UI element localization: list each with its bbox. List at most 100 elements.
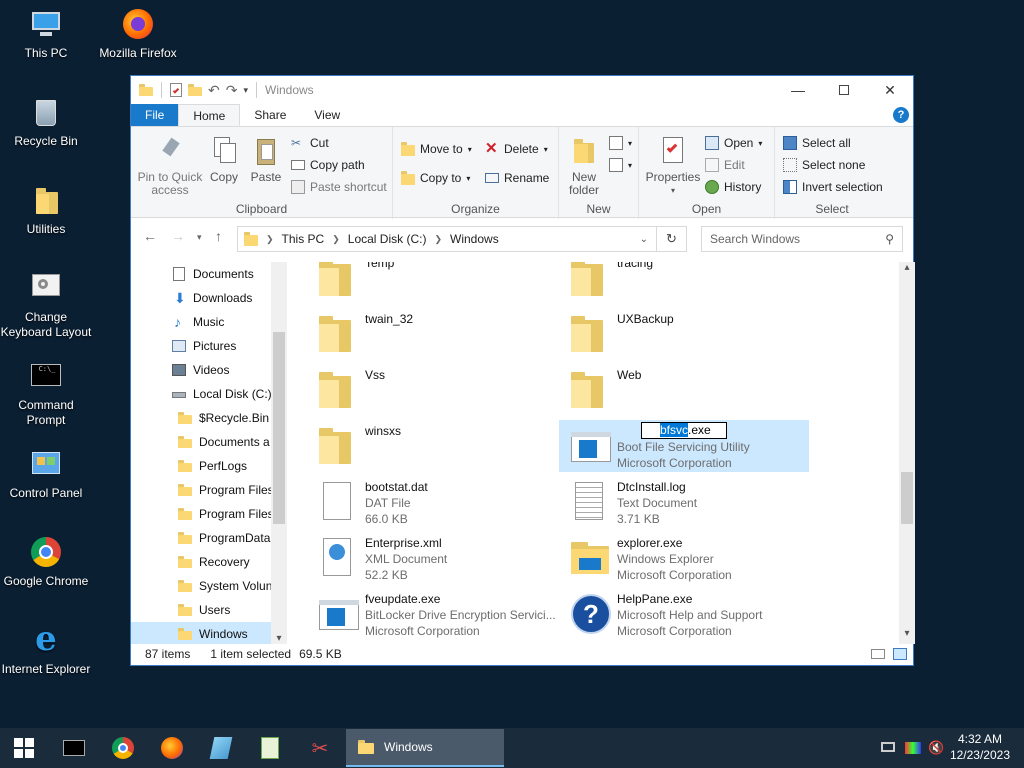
scroll-up-icon[interactable]: ▴ [899,262,915,278]
properties-button[interactable]: Properties ▾ [645,135,701,197]
nav-item[interactable]: Program Files [131,502,271,526]
nav-item[interactable]: Program Files [131,478,271,502]
file-item[interactable]: ? HelpPane.exe Microsoft Help and Support M… [559,588,809,640]
undo-icon[interactable]: ↶ [208,82,220,99]
taskbar-firefox[interactable] [148,728,196,768]
nav-item[interactable]: Documents a [131,430,271,454]
copy-button[interactable]: Copy [203,135,245,184]
start-button[interactable] [0,728,48,768]
large-icons-view-icon[interactable] [893,648,907,660]
details-view-icon[interactable] [871,649,885,659]
nav-item[interactable]: Users [131,598,271,622]
file-item[interactable]: Enterprise.xml XML Document 52.2 KB [307,532,557,584]
file-item[interactable]: DtcInstall.log Text Document 3.71 KB [559,476,809,528]
nav-item[interactable]: System Volun [131,574,271,598]
taskbar-command-prompt[interactable] [50,728,98,768]
customize-toolbar-icon[interactable]: ▾ [243,85,248,96]
system-clock[interactable]: 4:32 AM 12/23/2023 [950,731,1010,763]
invert-selection-button[interactable]: Invert selection [783,177,883,197]
nav-item[interactable]: Recovery [131,550,271,574]
breadcrumb-this-pc[interactable]: This PC [282,232,325,246]
copy-path-button[interactable]: Copy path [291,155,365,175]
move-to-button[interactable]: Move to ▾ [401,139,472,159]
new-folder-icon[interactable] [188,84,202,96]
nav-item[interactable]: ⬇ Downloads [131,286,271,310]
copy-to-button[interactable]: Copy to ▾ [401,168,470,188]
chevron-right-icon[interactable]: ❯ [332,234,340,245]
open-button[interactable]: Open ▾ [705,133,762,153]
nav-scrollbar[interactable]: ▾ [271,262,287,644]
nav-item[interactable]: $Recycle.Bin [131,406,271,430]
tab-share[interactable]: Share [240,104,300,126]
new-item-button[interactable]: ▾ [609,133,632,153]
scroll-thumb[interactable] [273,332,285,524]
help-icon[interactable]: ? [893,107,909,123]
nav-item[interactable]: ♪ Music [131,310,271,334]
cut-button[interactable]: ✂ Cut [291,133,329,153]
rename-input[interactable]: bfsvc.exe [641,422,727,439]
nav-item[interactable]: Documents [131,262,271,286]
chevron-down-icon[interactable]: ⌄ [640,234,648,245]
history-button[interactable]: History [705,177,761,197]
pin-to-quick-access-button[interactable]: Pin to Quick access [137,135,203,197]
address-bar[interactable]: ❯ This PC ❯ Local Disk (C:) ❯ Windows ⌄ [237,226,657,252]
paste-shortcut-button[interactable]: Paste shortcut [291,177,387,197]
nav-item[interactable]: Pictures [131,334,271,358]
delete-button[interactable]: ✕ Delete ▾ [485,139,548,159]
select-all-button[interactable]: Select all [783,133,851,153]
taskbar-app-chart[interactable] [246,728,294,768]
breadcrumb-local-disk[interactable]: Local Disk (C:) [348,232,427,246]
minimize-button[interactable]: — [775,76,821,104]
tab-home[interactable]: Home [178,104,241,126]
network-icon[interactable] [880,740,896,756]
taskbar-window-explorer[interactable]: Windows [346,729,504,767]
refresh-button[interactable]: ↻ [657,226,687,252]
back-arrow-icon[interactable]: ← [143,228,157,244]
desktop-icon-change-keyboard-layout[interactable]: Change Keyboard Layout [0,272,92,340]
tab-view[interactable]: View [300,104,354,126]
breadcrumb-windows[interactable]: Windows [450,232,499,246]
file-item[interactable]: explorer.exe Windows Explorer Microsoft Co… [559,532,809,584]
file-item[interactable]: bfsvc.exe Boot File Servicing Utility Micr… [559,420,809,472]
edit-button[interactable]: Edit [705,155,745,175]
desktop-icon-chrome[interactable]: Google Chrome [0,536,92,589]
nav-item[interactable]: Videos [131,358,271,382]
volume-muted-icon[interactable]: 🔇 [928,740,944,756]
redo-icon[interactable]: ↷ [226,82,238,99]
chevron-right-icon[interactable]: ❯ [266,234,274,245]
desktop-icon-control-panel[interactable]: Control Panel [0,448,92,501]
desktop-icon-recycle-bin[interactable]: Recycle Bin [0,96,92,149]
select-none-button[interactable]: Select none [783,155,865,175]
folder-item[interactable]: Temp [307,262,557,304]
paste-button[interactable]: Paste [245,135,287,184]
up-arrow-icon[interactable]: ↑ [215,228,222,244]
maximize-button[interactable] [821,76,867,104]
desktop-icon-utilities[interactable]: Utilities [0,184,92,237]
easy-access-button[interactable]: ▾ [609,155,632,175]
close-button[interactable]: ✕ [867,76,913,104]
rename-button[interactable]: Rename [485,168,549,188]
tab-file[interactable]: File [131,104,179,126]
search-input[interactable]: Search Windows ⚲ [701,226,903,252]
file-item[interactable]: bootstat.dat DAT File 66.0 KB [307,476,557,528]
taskbar-chrome[interactable] [99,728,147,768]
nav-item[interactable]: Windows [131,622,271,644]
folder-item[interactable]: tracing [559,262,809,304]
desktop-icon-internet-explorer[interactable]: e Internet Explorer [0,622,92,677]
scroll-thumb[interactable] [901,472,913,524]
chevron-right-icon[interactable]: ❯ [434,234,442,245]
forward-arrow-icon[interactable]: → [171,228,185,244]
scroll-down-icon[interactable]: ▾ [899,628,915,644]
folder-item[interactable]: Web [559,364,809,416]
content-scrollbar[interactable]: ▴ ▾ [899,262,915,644]
desktop-icon-command-prompt[interactable]: C:\_ Command Prompt [0,360,92,428]
display-icon[interactable] [905,740,921,756]
folder-item[interactable]: winsxs [307,420,557,472]
file-item[interactable]: fveupdate.exe BitLocker Drive Encryption … [307,588,557,640]
taskbar-app-notes[interactable] [197,728,245,768]
nav-item[interactable]: Local Disk (C:) [131,382,271,406]
recent-locations-icon[interactable]: ▾ [197,232,202,243]
nav-item[interactable]: PerfLogs [131,454,271,478]
desktop-icon-this-pc[interactable]: This PC [0,8,92,61]
folder-item[interactable]: Vss [307,364,557,416]
